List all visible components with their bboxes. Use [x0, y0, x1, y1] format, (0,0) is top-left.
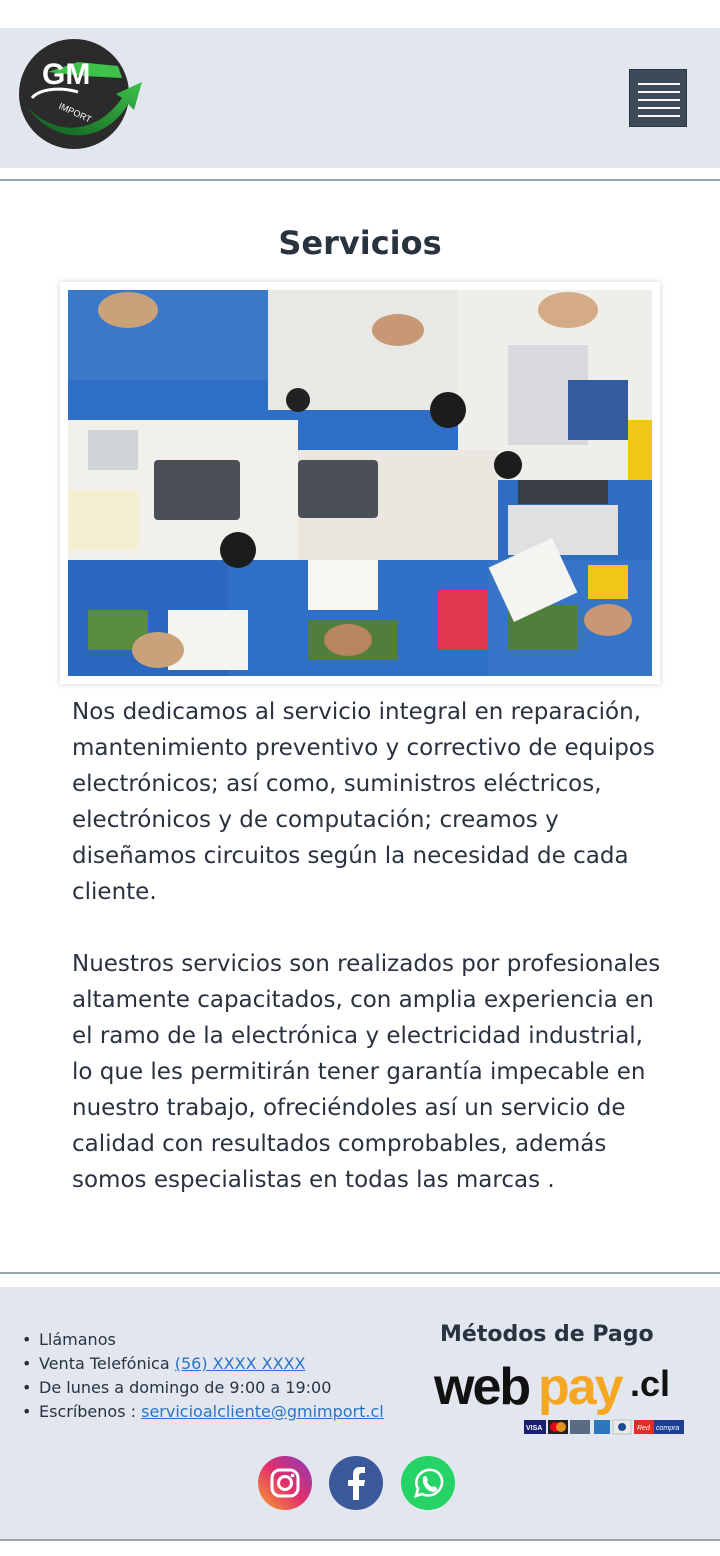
svg-text:compra: compra [656, 1425, 679, 1432]
contact-list: Llámanos Venta Telefónica (56) XXXX XXXX… [20, 1328, 384, 1424]
hamburger-menu-icon[interactable] [629, 69, 687, 127]
svg-text:VISA: VISA [526, 1425, 542, 1432]
contact-call-item: Llámanos [20, 1328, 384, 1352]
services-photo-frame [60, 282, 660, 684]
card-brand-logos: VISA Red compra [524, 1419, 684, 1435]
svg-text:GM: GM [42, 58, 90, 91]
footer-bottom-divider [0, 1539, 720, 1541]
svg-text:pay: pay [538, 1358, 624, 1416]
facebook-icon[interactable] [329, 1456, 383, 1510]
electronics-workbench-photo [68, 290, 652, 676]
site-header: GM IMPORT [0, 28, 720, 168]
svg-text:web: web [434, 1358, 529, 1416]
services-intro-paragraph: Nos dedicamos al servicio integral en re… [72, 699, 655, 905]
instagram-icon[interactable] [258, 1456, 312, 1510]
contact-hours-item: De lunes a domingo de 9:00 a 19:00 [20, 1376, 384, 1400]
svg-text:.cl: .cl [630, 1363, 670, 1404]
whatsapp-icon[interactable] [401, 1456, 455, 1510]
phone-link[interactable]: (56) XXXX XXXX [175, 1354, 306, 1373]
gm-import-logo-image: GM IMPORT [19, 39, 142, 149]
gm-import-logo[interactable]: GM IMPORT [18, 38, 144, 152]
header-divider [0, 179, 720, 181]
services-team-paragraph: Nuestros servicios son realizados por pr… [72, 951, 661, 1193]
contact-email-item: Escríbenos : servicioalcliente@gmimport.… [20, 1400, 384, 1424]
contact-phone-item: Venta Telefónica (56) XXXX XXXX [20, 1352, 384, 1376]
email-link[interactable]: servicioalcliente@gmimport.cl [141, 1402, 384, 1421]
svg-text:Red: Red [637, 1425, 651, 1432]
footer-top-divider [0, 1272, 720, 1274]
payment-methods-title: Métodos de Pago [440, 1322, 654, 1347]
page-title: Servicios [278, 224, 442, 262]
webpay-logo: web pay .cl VISA Red compra [433, 1356, 692, 1436]
